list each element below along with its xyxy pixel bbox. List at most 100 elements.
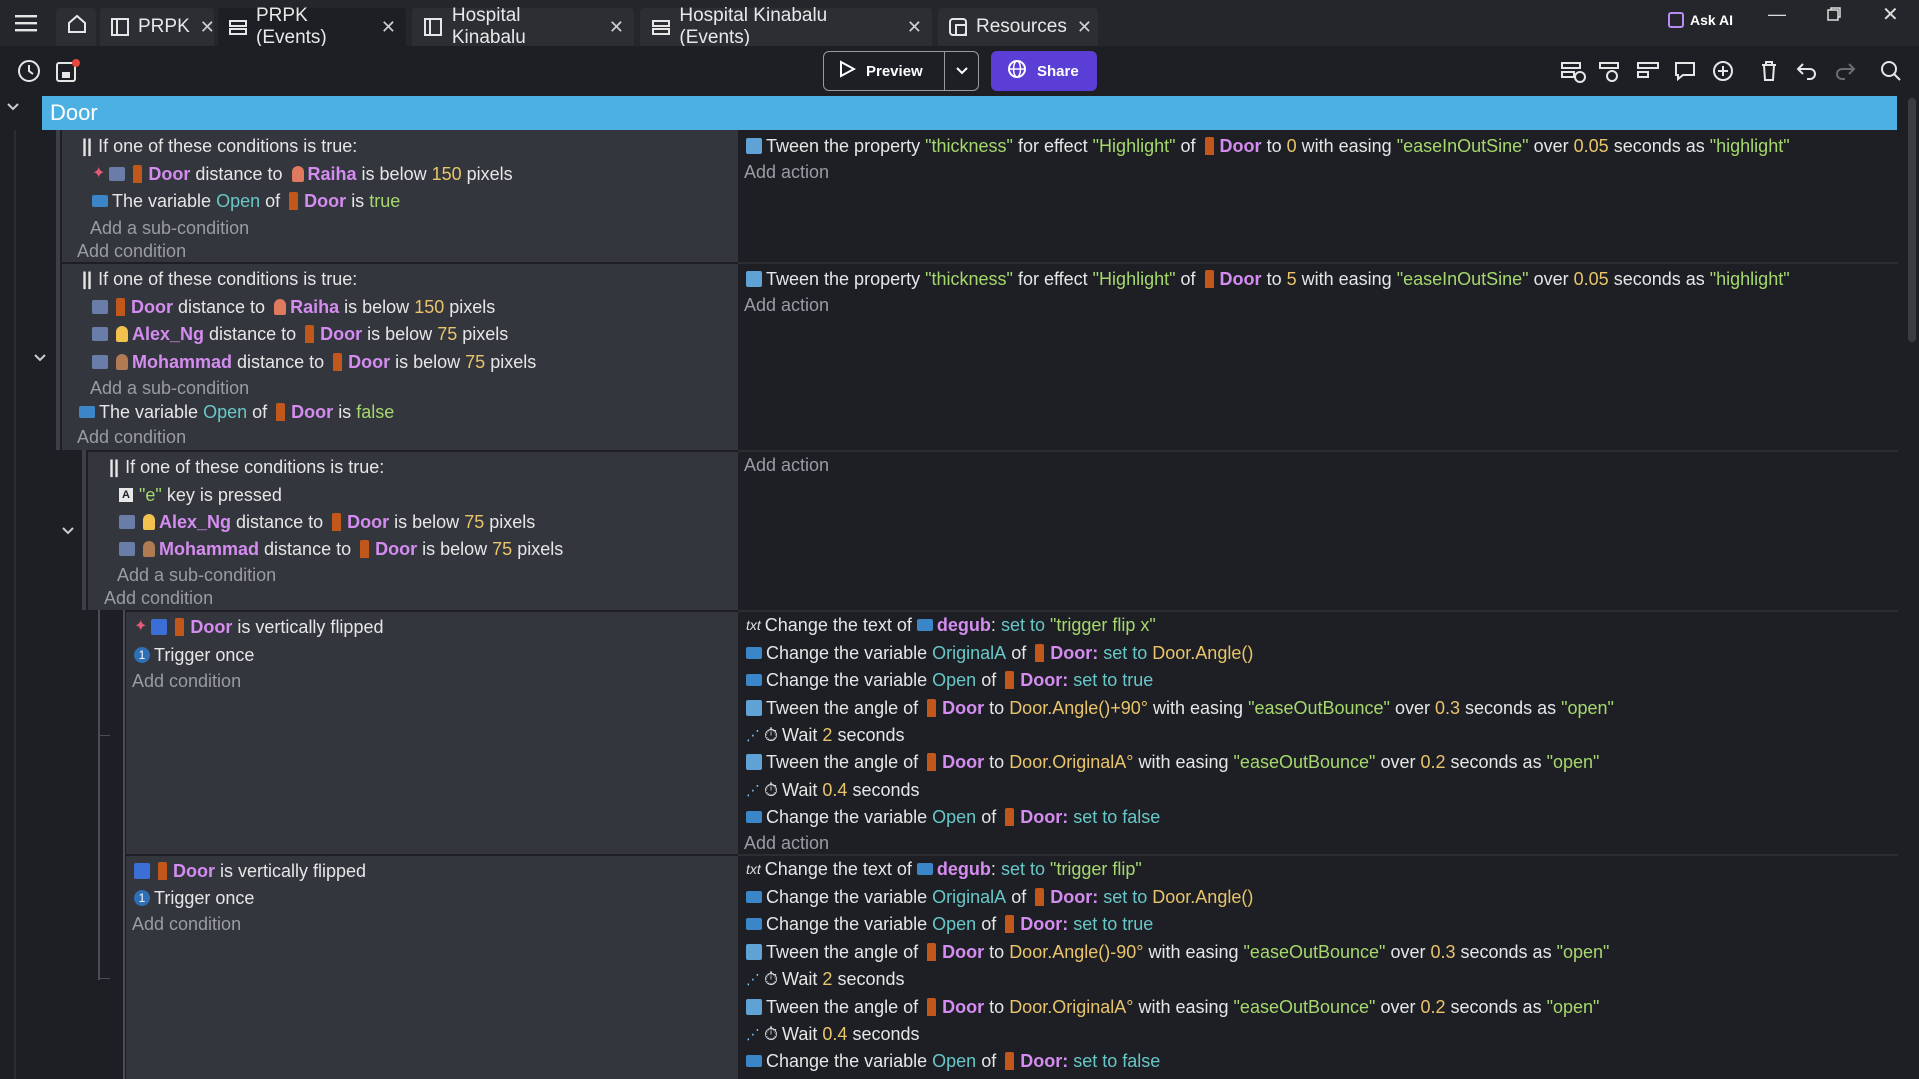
action-change-variable[interactable]: Change the variable Open of Door: set to…: [746, 669, 1153, 691]
close-icon[interactable]: ✕: [1077, 17, 1092, 38]
tab-resources[interactable]: Resources ✕: [938, 8, 1098, 46]
add-condition-link[interactable]: Add condition: [104, 587, 213, 609]
condition-distance[interactable]: Mohammad distance to Door is below 75 pi…: [119, 538, 563, 560]
add-subcondition-link[interactable]: Add a sub-condition: [90, 377, 249, 399]
tab-prpk[interactable]: PRPK ✕: [100, 8, 215, 46]
restore-icon[interactable]: [1826, 6, 1842, 27]
search-icon[interactable]: [1876, 56, 1906, 86]
action-change-variable[interactable]: Change the variable OriginalA of Door: s…: [746, 886, 1253, 908]
action-tween-angle[interactable]: Tween the angle of Door to Door.Angle()+…: [746, 697, 1614, 719]
action-wait[interactable]: ⋰ ⏱ Wait 2 seconds: [746, 968, 904, 990]
condition-distance[interactable]: ✦ Door distance to Raiha is below 150 pi…: [92, 163, 513, 185]
action-tween-angle[interactable]: Tween the angle of Door to Door.Angle()-…: [746, 941, 1609, 963]
text: seconds as: [1613, 269, 1705, 289]
add-group-icon[interactable]: [1634, 56, 1664, 86]
add-subevent-icon[interactable]: [1596, 56, 1626, 86]
undo-icon[interactable]: [1792, 56, 1822, 86]
action-change-text[interactable]: txt Change the text of degub: set to "tr…: [746, 614, 1156, 636]
tween-icon: [746, 944, 762, 960]
condition-distance[interactable]: Alex_Ng distance to Door is below 75 pix…: [119, 511, 535, 533]
add-event-icon[interactable]: [1558, 56, 1588, 86]
chevron-down-icon[interactable]: [954, 62, 970, 82]
or-condition[interactable]: || If one of these conditions is true:: [109, 456, 384, 478]
trash-icon[interactable]: [1754, 56, 1784, 86]
group-collapse-chevron[interactable]: [6, 98, 20, 119]
object-name: Mohammad: [132, 352, 233, 372]
object-name: Door:: [1020, 914, 1069, 934]
action-tween-property[interactable]: Tween the property "thickness" for effec…: [746, 135, 1790, 157]
object-name: Door: [942, 997, 985, 1017]
scrollbar-thumb[interactable]: [1908, 98, 1916, 342]
tab-prpk-events[interactable]: PRPK (Events) ✕: [218, 5, 406, 48]
close-icon[interactable]: ✕: [609, 17, 624, 38]
ask-ai-label: Ask AI: [1690, 12, 1734, 28]
add-condition-link[interactable]: Add condition: [132, 670, 241, 692]
save-icon[interactable]: [52, 56, 82, 86]
condition-distance[interactable]: Alex_Ng distance to Door is below 75 pix…: [92, 323, 508, 345]
link-text: Add action: [744, 455, 830, 475]
action-change-variable[interactable]: Change the variable OriginalA of Door: s…: [746, 642, 1253, 664]
mohammad-object-icon: [143, 541, 155, 557]
action-wait[interactable]: ⋰ ⏱ Wait 0.4 seconds: [746, 1023, 920, 1045]
object-name: Alex_Ng: [159, 512, 232, 532]
add-action-link[interactable]: Add action: [744, 454, 829, 476]
event-collapse-chevron[interactable]: [61, 522, 75, 543]
action-change-text[interactable]: txt Change the text of degub: set to "tr…: [746, 858, 1142, 880]
add-action-link[interactable]: Add action: [744, 161, 829, 183]
object-name: Raiha: [307, 164, 357, 184]
add-subcondition-link[interactable]: Add a sub-condition: [90, 217, 249, 239]
condition-distance[interactable]: Mohammad distance to Door is below 75 pi…: [92, 351, 536, 373]
action-tween-angle[interactable]: Tween the angle of Door to Door.Original…: [746, 751, 1599, 773]
close-icon[interactable]: ✕: [200, 17, 215, 38]
share-label: Share: [1037, 62, 1079, 80]
hamburger-menu-icon[interactable]: [12, 8, 42, 38]
text: with easing: [1138, 752, 1229, 772]
home-tab[interactable]: [56, 8, 96, 46]
object-name: degub: [936, 615, 991, 635]
number-value: 75: [492, 539, 513, 559]
condition-variable[interactable]: The variable Open of Door is false: [79, 401, 394, 423]
add-comment-icon[interactable]: [1670, 56, 1700, 86]
action-change-variable[interactable]: Change the variable Open of Door: set to…: [746, 913, 1153, 935]
or-condition[interactable]: || If one of these conditions is true:: [82, 268, 357, 290]
condition-variable[interactable]: The variable Open of Door is true: [92, 190, 400, 212]
condition-vertically-flipped[interactable]: ✦ Door is vertically flipped: [134, 616, 383, 638]
add-subcondition-link[interactable]: Add a sub-condition: [117, 564, 276, 586]
close-window-icon[interactable]: ✕: [1882, 2, 1899, 27]
async-icon: ⋰: [746, 1026, 760, 1042]
close-icon[interactable]: ✕: [907, 17, 922, 38]
ask-ai-button[interactable]: Ask AI: [1668, 12, 1733, 28]
action-wait[interactable]: ⋰ ⏱ Wait 2 seconds: [746, 724, 904, 746]
action-change-variable[interactable]: Change the variable Open of Door: set to…: [746, 806, 1160, 828]
action-change-variable[interactable]: Change the variable Open of Door: set to…: [746, 1050, 1160, 1072]
preview-button[interactable]: Preview: [823, 51, 979, 91]
condition-distance[interactable]: Door distance to Raiha is below 150 pixe…: [92, 296, 495, 318]
history-icon[interactable]: [14, 56, 44, 86]
condition-trigger-once[interactable]: 1 Trigger once: [134, 887, 254, 909]
condition-key-pressed[interactable]: A "e" key is pressed: [119, 484, 282, 506]
tab-hospital-kinabalu-events[interactable]: Hospital Kinabalu (Events) ✕: [640, 5, 932, 48]
or-condition[interactable]: || If one of these conditions is true:: [82, 135, 357, 157]
tab-hospital-kinabalu[interactable]: Hospital Kinabalu ✕: [412, 5, 634, 48]
close-icon[interactable]: ✕: [381, 17, 396, 38]
text: with easing: [1152, 698, 1244, 718]
event-collapse-chevron[interactable]: [33, 349, 47, 370]
add-icon[interactable]: [1708, 56, 1738, 86]
action-wait[interactable]: ⋰ ⏱ Wait 0.4 seconds: [746, 779, 920, 801]
share-button[interactable]: Share: [991, 51, 1097, 91]
redo-icon[interactable]: [1830, 56, 1860, 86]
condition-vertically-flipped[interactable]: Door is vertically flipped: [134, 860, 366, 882]
event-separator: [738, 262, 1898, 264]
add-condition-link[interactable]: Add condition: [132, 913, 241, 935]
add-action-link[interactable]: Add action: [744, 294, 829, 316]
condition-trigger-once[interactable]: 1 Trigger once: [134, 644, 254, 666]
action-tween-property[interactable]: Tween the property "thickness" for effec…: [746, 268, 1790, 290]
tween-icon: [746, 138, 762, 154]
object-name: Door: [304, 191, 347, 211]
add-condition-link[interactable]: Add condition: [77, 426, 186, 448]
group-header[interactable]: Door: [42, 96, 1897, 130]
add-action-link[interactable]: Add action: [744, 832, 829, 854]
add-condition-link[interactable]: Add condition: [77, 240, 186, 262]
minimize-icon[interactable]: —: [1768, 4, 1786, 25]
action-tween-angle[interactable]: Tween the angle of Door to Door.Original…: [746, 996, 1599, 1018]
